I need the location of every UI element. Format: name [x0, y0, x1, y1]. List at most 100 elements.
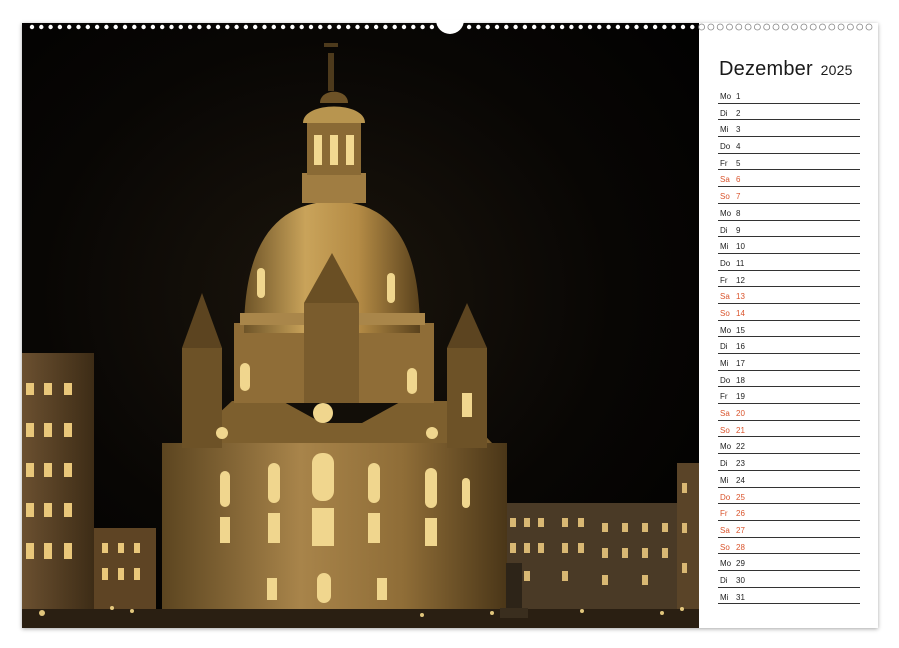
- binding-hole: [262, 24, 267, 30]
- day-number: 12: [736, 275, 745, 285]
- day-row: Di 2: [718, 104, 860, 121]
- day-row: So 7: [718, 187, 860, 204]
- binding-hole: [781, 23, 789, 31]
- day-row: Mi 31: [718, 588, 860, 605]
- binding-hole: [634, 24, 639, 30]
- day-number: 14: [736, 308, 745, 318]
- binding-hole: [215, 24, 221, 30]
- day-number: 13: [736, 292, 745, 302]
- weekday-label: Mi: [720, 592, 729, 602]
- year: 2025: [820, 62, 853, 78]
- hanger-notch: [436, 20, 464, 34]
- binding-hole: [327, 24, 332, 30]
- binding-hole: [559, 24, 565, 30]
- day-row: Sa 20: [718, 404, 860, 421]
- binding-hole: [819, 23, 826, 31]
- weekday-label: Do: [720, 142, 731, 152]
- weekday-label: Sa: [720, 525, 730, 535]
- binding-hole: [364, 24, 369, 30]
- binding-hole: [485, 24, 490, 30]
- day-row: Sa 27: [718, 521, 860, 538]
- binding-holes: [29, 20, 873, 34]
- day-number: 28: [736, 542, 745, 552]
- binding-hole: [569, 24, 574, 30]
- day-number: 9: [736, 225, 741, 235]
- weekday-label: Do: [720, 258, 731, 268]
- day-number: 6: [736, 175, 741, 185]
- binding-hole: [150, 24, 156, 30]
- binding-hole: [401, 24, 407, 30]
- day-number: 4: [736, 142, 741, 152]
- day-number: 22: [736, 442, 745, 452]
- binding-hole: [662, 24, 667, 30]
- day-number: 15: [736, 325, 745, 335]
- weekday-label: Fr: [720, 392, 728, 402]
- day-number: 25: [736, 492, 745, 502]
- binding-hole: [578, 24, 583, 30]
- binding-hole: [625, 24, 630, 30]
- day-number: 3: [736, 125, 741, 135]
- weekday-label: Mo: [720, 442, 732, 452]
- binding-hole: [856, 23, 864, 31]
- binding-hole: [48, 24, 53, 30]
- binding-hole: [187, 24, 193, 30]
- binding-hole: [132, 24, 137, 30]
- binding-hole: [671, 24, 676, 30]
- binding-hole: [85, 24, 90, 30]
- binding-hole: [280, 24, 286, 30]
- day-number: 18: [736, 375, 745, 385]
- binding-hole: [587, 24, 593, 30]
- binding-hole: [476, 24, 481, 30]
- day-number: 19: [736, 392, 745, 402]
- binding-hole: [513, 24, 518, 30]
- day-number: 5: [736, 158, 741, 168]
- binding-hole: [429, 24, 435, 30]
- weekday-label: Do: [720, 375, 731, 385]
- day-row: Di 9: [718, 221, 860, 238]
- day-row: So 28: [718, 538, 860, 555]
- weekday-label: Di: [720, 108, 728, 118]
- month-title: Dezember 2025: [719, 58, 860, 81]
- binding-hole: [383, 24, 388, 30]
- day-row: Mo 1: [718, 87, 860, 104]
- day-number: 31: [736, 592, 745, 602]
- day-row: Do 25: [718, 488, 860, 505]
- binding-hole: [197, 24, 202, 30]
- binding-hole: [652, 24, 658, 30]
- day-row: Do 4: [718, 137, 860, 154]
- binding-hole: [299, 24, 304, 30]
- binding-hole: [271, 24, 276, 30]
- binding-hole: [522, 24, 528, 30]
- binding-hole: [318, 24, 323, 30]
- weekday-label: Fr: [720, 275, 728, 285]
- weekday-label: Fr: [720, 509, 728, 519]
- binding-hole: [373, 24, 379, 30]
- weekday-label: Mi: [720, 125, 729, 135]
- night-church-photo: [22, 23, 699, 628]
- day-number: 27: [736, 525, 745, 535]
- binding-hole: [290, 24, 295, 30]
- day-number: 26: [736, 509, 745, 519]
- day-row: Sa 13: [718, 287, 860, 304]
- day-row: Sa 6: [718, 170, 860, 188]
- weekday-label: Mi: [720, 242, 729, 252]
- binding-hole: [698, 23, 705, 31]
- binding-hole: [791, 23, 798, 31]
- day-number: 10: [736, 242, 745, 252]
- binding-hole: [178, 24, 183, 30]
- binding-hole: [420, 24, 425, 30]
- day-row: Fr 26: [718, 504, 860, 521]
- day-list: Mo 1 Di 2 Mi 3 Do 4 Fr 5 Sa 6 So 7 Mo 8 Di 9 Mi 10 Do 11 Fr 12 S…: [718, 87, 860, 605]
- day-number: 17: [736, 359, 745, 368]
- binding-hole: [744, 23, 752, 31]
- binding-hole: [735, 23, 743, 31]
- binding-hole: [541, 24, 546, 30]
- binding-hole: [76, 24, 81, 30]
- wire-o-binding: [22, 20, 878, 34]
- month-name: Dezember: [719, 58, 813, 80]
- day-row: Fr 12: [718, 271, 860, 288]
- binding-hole: [122, 24, 128, 30]
- weekday-label: Fr: [720, 158, 728, 168]
- binding-hole: [29, 24, 35, 30]
- binding-hole: [680, 24, 686, 30]
